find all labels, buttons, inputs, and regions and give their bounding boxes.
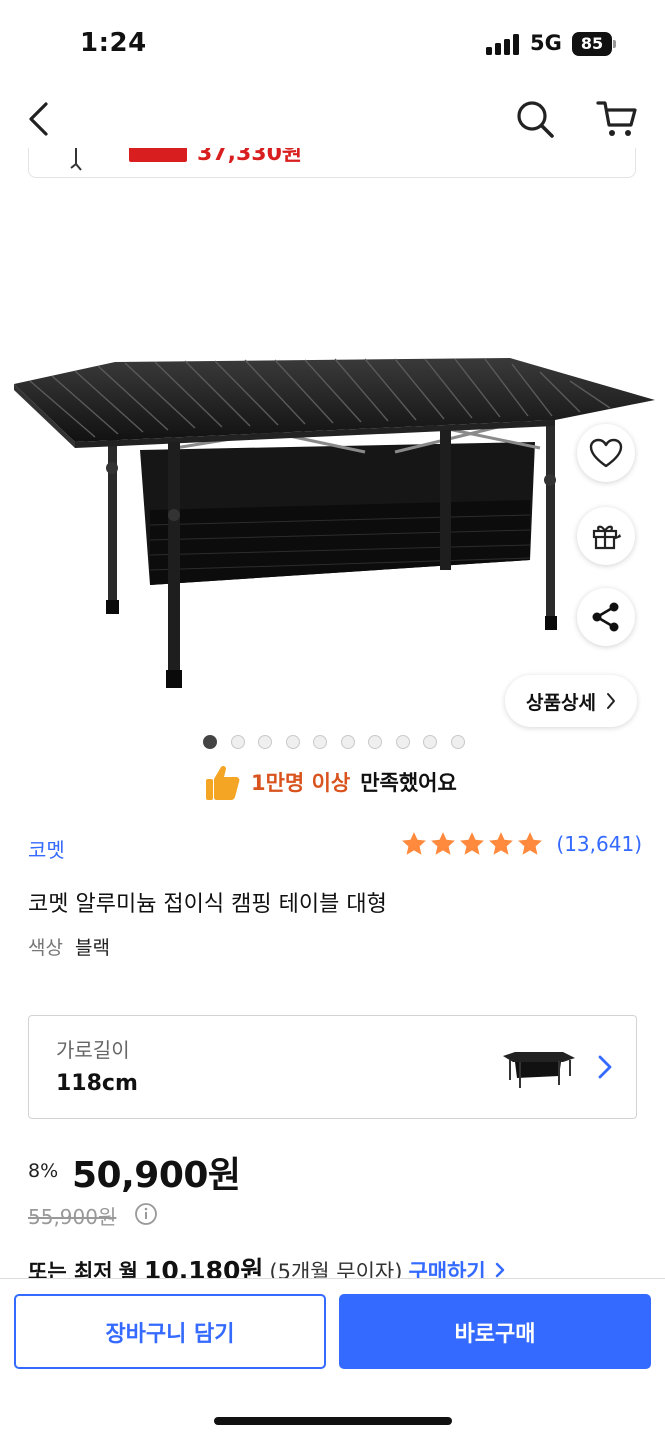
chevron-right-icon bbox=[598, 1055, 612, 1079]
chevron-left-icon bbox=[29, 102, 48, 136]
original-price: 55,900원 bbox=[28, 1205, 117, 1229]
search-button[interactable] bbox=[510, 90, 560, 148]
color-label: 색상 bbox=[28, 937, 63, 959]
option-thumbnail bbox=[503, 1052, 575, 1088]
gallery-dot[interactable] bbox=[230, 735, 245, 749]
star-icon bbox=[402, 832, 427, 855]
product-mini-icon bbox=[70, 148, 82, 171]
chevron-right-icon bbox=[606, 693, 615, 709]
product-title: 코멧 알루미늄 접이식 캠핑 테이블 대형 bbox=[28, 892, 387, 917]
gallery-dot[interactable] bbox=[395, 735, 410, 749]
satisfaction-text: 만족했어요 bbox=[360, 771, 457, 795]
battery-level: 85 bbox=[572, 32, 612, 56]
gallery-dot[interactable] bbox=[285, 735, 300, 749]
promo-price: 37,330원 bbox=[197, 148, 303, 166]
top-nav-bar bbox=[0, 90, 665, 148]
cellular-signal-icon bbox=[486, 33, 522, 55]
status-bar: 1:24 5G 85 bbox=[0, 0, 665, 90]
installment-info: 또는 최저 월 10,180원 (5개월 무이자) 구매하기 bbox=[28, 1251, 507, 1285]
brand-link[interactable]: 코멧 bbox=[28, 834, 65, 863]
home-indicator bbox=[214, 1417, 452, 1425]
gallery-pagination[interactable] bbox=[203, 735, 465, 749]
star-icon bbox=[489, 832, 514, 855]
promo-badge bbox=[129, 148, 187, 162]
rating-summary[interactable]: (13,641) bbox=[400, 830, 642, 858]
color-value: 블랙 bbox=[74, 937, 110, 959]
back-button[interactable] bbox=[14, 90, 64, 148]
search-icon bbox=[517, 101, 554, 138]
cart-button[interactable] bbox=[592, 90, 642, 148]
chevron-right-icon bbox=[495, 1262, 505, 1278]
cart-icon bbox=[596, 101, 637, 136]
buy-now-button[interactable]: 바로구매 bbox=[339, 1294, 651, 1369]
star-icon bbox=[431, 832, 456, 855]
option-label: 가로길이 bbox=[56, 1038, 130, 1062]
satisfaction-banner: 1만명 이상 만족했어요 bbox=[205, 762, 457, 802]
gallery-dot[interactable] bbox=[258, 735, 272, 749]
gallery-dot[interactable] bbox=[423, 735, 437, 749]
thumbs-up-icon bbox=[206, 765, 240, 800]
star-icon bbox=[460, 832, 485, 855]
product-detail-button[interactable]: 상품상세 bbox=[505, 675, 637, 727]
gallery-dot[interactable] bbox=[203, 735, 217, 749]
star-icon bbox=[518, 832, 543, 855]
wishlist-button[interactable] bbox=[577, 424, 635, 482]
network-type: 5G bbox=[530, 31, 562, 55]
rating-stars bbox=[400, 830, 544, 858]
info-icon[interactable] bbox=[134, 1202, 158, 1226]
sticky-promo-strip[interactable]: 37,330원 bbox=[28, 148, 636, 178]
product-detail-label: 상품상세 bbox=[526, 691, 596, 714]
sale-price: 50,900원 bbox=[72, 1155, 241, 1196]
heart-icon bbox=[589, 438, 623, 468]
gallery-dot[interactable] bbox=[450, 735, 465, 749]
gift-button[interactable] bbox=[577, 507, 635, 565]
satisfaction-count: 1만명 이상 bbox=[251, 771, 351, 795]
add-to-cart-button[interactable]: 장바구니 담기 bbox=[14, 1294, 326, 1369]
bottom-action-bar: 장바구니 담기 바로구매 bbox=[0, 1278, 665, 1440]
share-icon bbox=[592, 602, 619, 632]
review-count: (13,641) bbox=[556, 832, 642, 856]
gallery-dot[interactable] bbox=[313, 735, 327, 749]
gallery-dot[interactable] bbox=[368, 735, 382, 749]
product-image[interactable] bbox=[0, 180, 665, 728]
discount-rate: 8% bbox=[28, 1160, 59, 1182]
gallery-dot[interactable] bbox=[340, 735, 355, 749]
color-option: 색상 블랙 bbox=[28, 933, 110, 960]
share-button[interactable] bbox=[577, 588, 635, 646]
gift-icon bbox=[592, 525, 621, 550]
battery-icon: 85 bbox=[572, 32, 616, 56]
width-option-selector[interactable]: 가로길이 118cm bbox=[28, 1015, 637, 1119]
option-value: 118cm bbox=[56, 1071, 138, 1096]
status-time: 1:24 bbox=[80, 28, 147, 58]
